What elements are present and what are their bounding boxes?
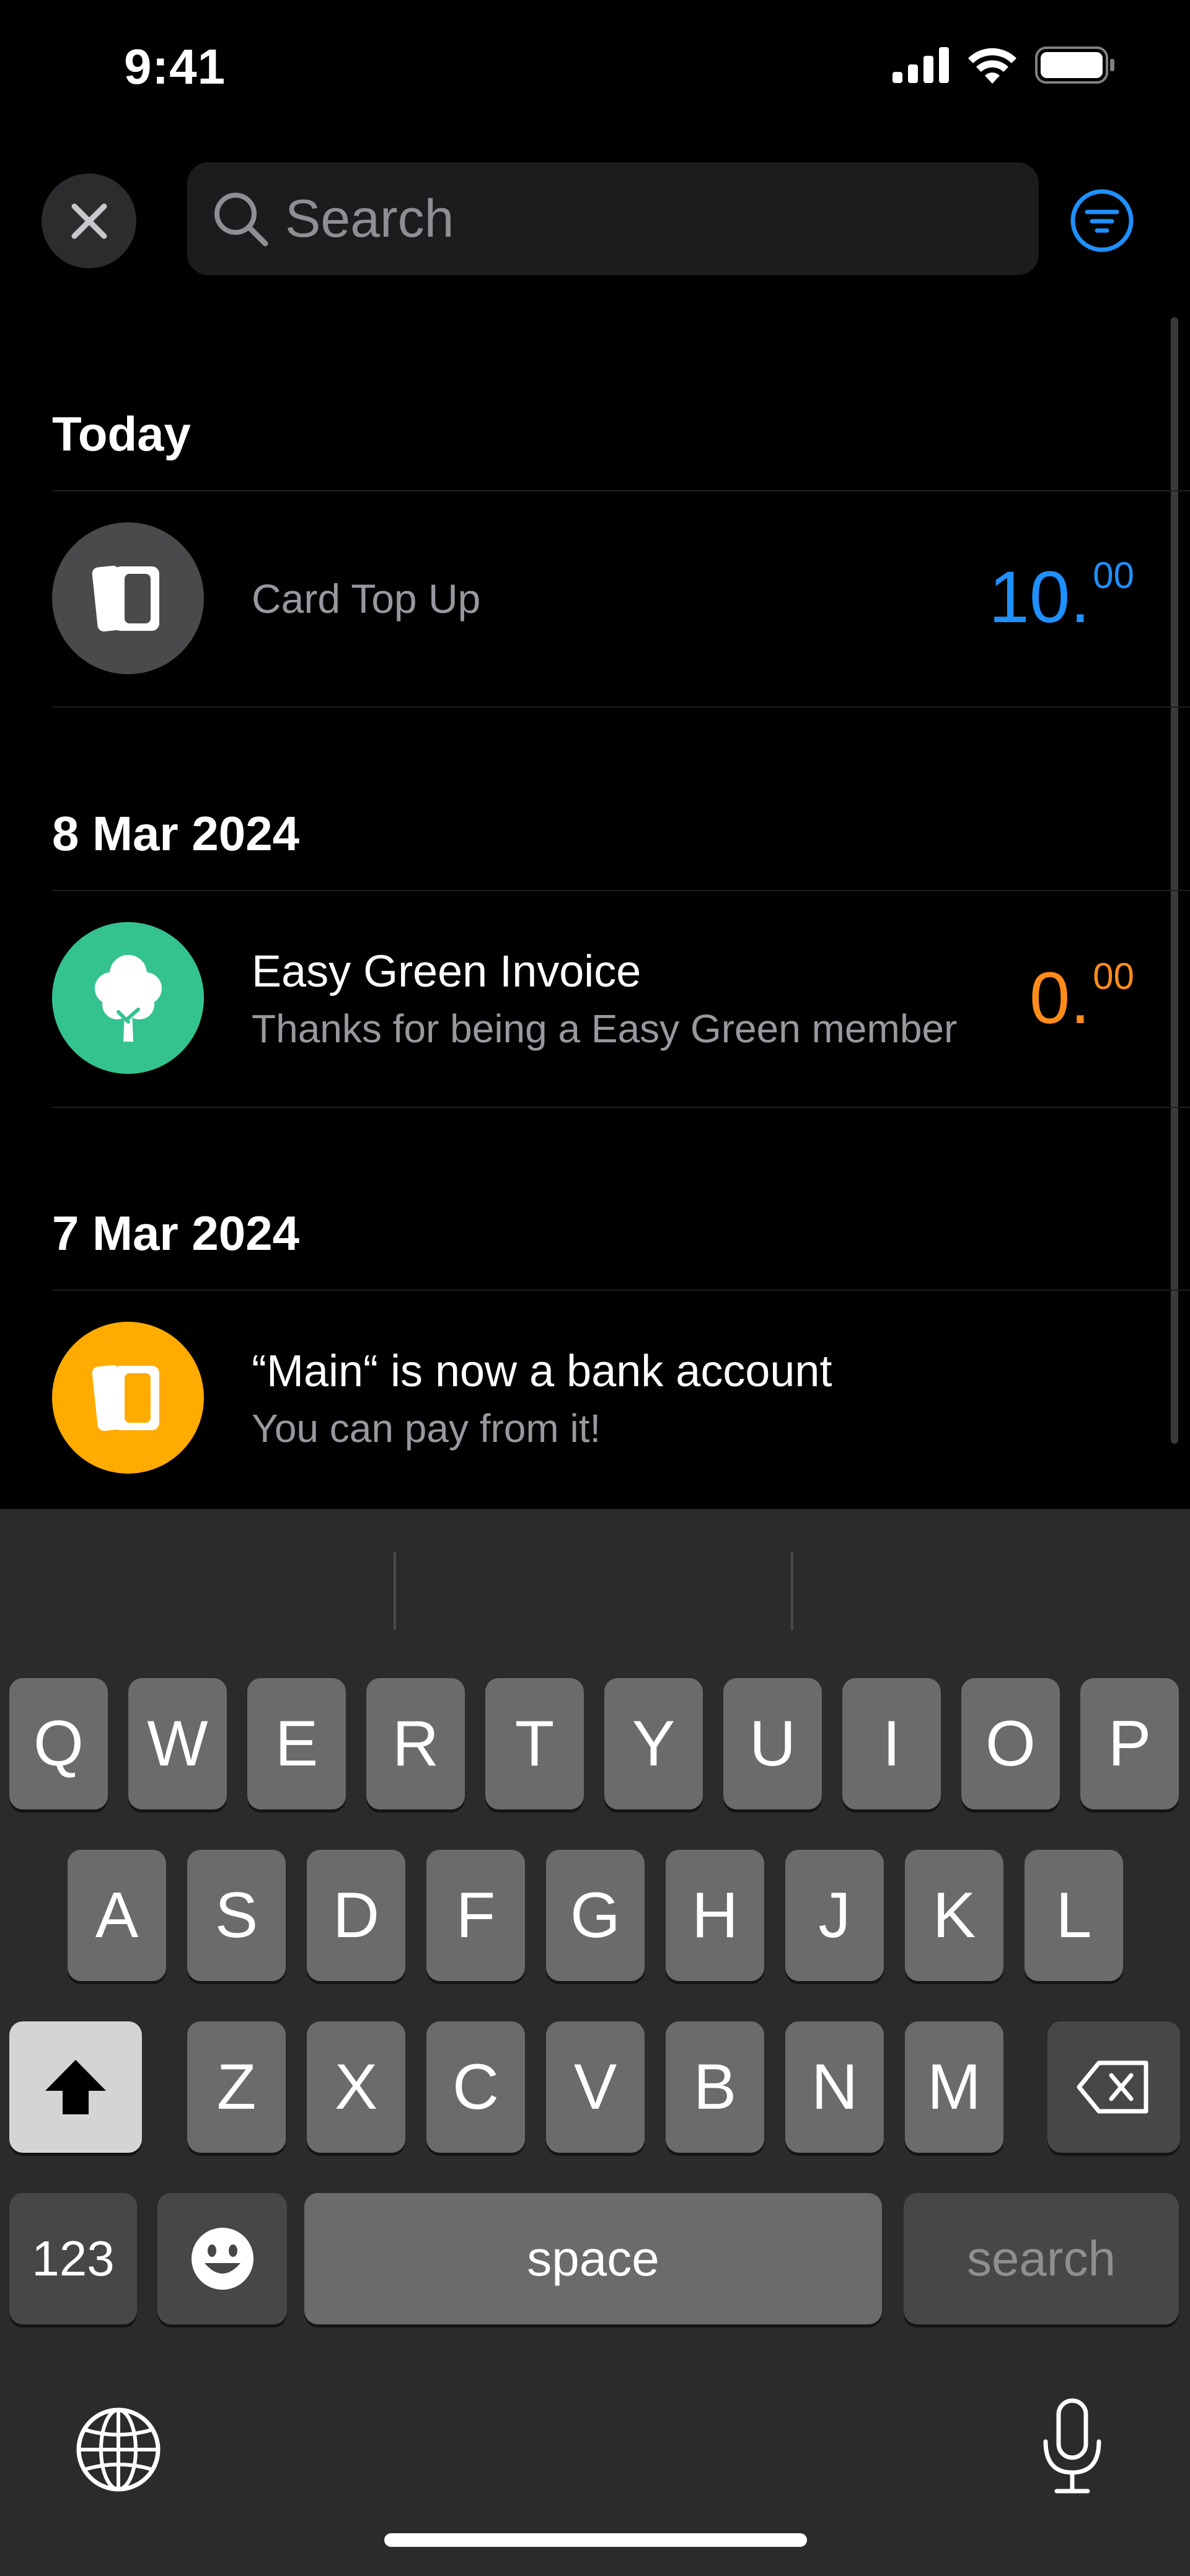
shift-key[interactable] — [9, 2021, 142, 2153]
transaction-amount: 10. 00 — [989, 556, 1134, 638]
divider — [52, 706, 1190, 708]
key-g[interactable]: G — [546, 1850, 645, 1981]
wifi-icon — [968, 48, 1016, 84]
key-y[interactable]: Y — [604, 1678, 703, 1809]
status-time: 9:41 — [124, 39, 226, 94]
key-o[interactable]: O — [961, 1678, 1060, 1809]
section-header-today: Today — [52, 407, 191, 461]
key-e[interactable]: E — [247, 1678, 346, 1809]
tree-icon — [94, 954, 162, 1042]
divider — [52, 490, 1190, 491]
key-h[interactable]: H — [666, 1850, 764, 1981]
microphone-icon — [1043, 2398, 1101, 2494]
globe-button[interactable] — [73, 2404, 164, 2495]
close-button[interactable] — [42, 174, 136, 268]
divider — [52, 1107, 1190, 1108]
cellular-signal-icon — [892, 47, 949, 83]
space-key[interactable]: space — [304, 2193, 882, 2324]
key-r[interactable]: R — [366, 1678, 465, 1809]
transaction-avatar[interactable] — [52, 922, 204, 1074]
key-p[interactable]: P — [1080, 1678, 1179, 1809]
transaction-title: “Main“ is now a bank account — [252, 1347, 832, 1396]
key-b[interactable]: B — [666, 2021, 764, 2153]
key-j[interactable]: J — [785, 1850, 884, 1981]
divider — [52, 1290, 1190, 1291]
section-header-date: 8 Mar 2024 — [52, 806, 299, 861]
transaction-amount: 0. 00 — [1029, 957, 1134, 1039]
key-z[interactable]: Z — [187, 2021, 286, 2153]
transaction-avatar[interactable] — [52, 1322, 204, 1474]
amount-integer: 0 — [1029, 957, 1070, 1039]
transaction-subtitle: You can pay from it! — [252, 1406, 601, 1451]
transaction-title: Easy Green Invoice — [252, 947, 641, 996]
emoji-key[interactable] — [157, 2193, 287, 2324]
close-icon — [71, 203, 107, 239]
key-m[interactable]: M — [905, 2021, 1003, 2153]
amount-separator: . — [1070, 957, 1091, 1039]
search-icon — [209, 188, 271, 250]
transaction-avatar[interactable] — [52, 522, 204, 674]
key-t[interactable]: T — [485, 1678, 584, 1809]
status-icons — [892, 46, 1116, 84]
search-input[interactable] — [284, 187, 999, 250]
key-s[interactable]: S — [187, 1850, 286, 1981]
card-icon — [92, 565, 159, 631]
key-k[interactable]: K — [905, 1850, 1003, 1981]
card-icon — [92, 1365, 159, 1431]
scroll-indicator[interactable] — [1171, 317, 1178, 1444]
amount-separator: . — [1070, 556, 1091, 638]
numbers-key[interactable]: 123 — [9, 2193, 137, 2324]
key-i[interactable]: I — [842, 1678, 941, 1809]
home-indicator — [384, 2533, 807, 2547]
transaction-title: Card Top Up — [252, 576, 481, 622]
amount-cents: 00 — [1093, 555, 1134, 596]
key-c[interactable]: C — [426, 2021, 525, 2153]
emoji-icon — [191, 2228, 253, 2290]
suggestion-divider — [791, 1552, 793, 1630]
filter-icon — [1070, 189, 1134, 252]
key-v[interactable]: V — [546, 2021, 645, 2153]
amount-cents: 00 — [1093, 956, 1134, 997]
search-field[interactable] — [187, 162, 1039, 275]
key-w[interactable]: W — [128, 1678, 227, 1809]
key-f[interactable]: F — [426, 1850, 525, 1981]
section-header-date: 7 Mar 2024 — [52, 1206, 299, 1260]
backspace-icon — [1077, 2060, 1148, 2114]
suggestion-divider — [394, 1552, 396, 1630]
backspace-key[interactable] — [1047, 2021, 1180, 2153]
dictation-button[interactable] — [1029, 2397, 1116, 2496]
divider — [52, 890, 1190, 891]
key-u[interactable]: U — [723, 1678, 822, 1809]
key-a[interactable]: A — [68, 1850, 166, 1981]
shift-icon — [45, 2060, 106, 2114]
filter-button[interactable] — [1067, 186, 1137, 255]
key-n[interactable]: N — [785, 2021, 884, 2153]
key-x[interactable]: X — [307, 2021, 405, 2153]
transaction-subtitle: Thanks for being a Easy Green member — [252, 1006, 958, 1051]
amount-integer: 10 — [989, 556, 1070, 638]
key-l[interactable]: L — [1025, 1850, 1123, 1981]
battery-icon — [1035, 46, 1114, 84]
key-d[interactable]: D — [307, 1850, 405, 1981]
key-q[interactable]: Q — [9, 1678, 108, 1809]
search-key[interactable]: search — [904, 2193, 1179, 2324]
globe-icon — [76, 2407, 161, 2492]
